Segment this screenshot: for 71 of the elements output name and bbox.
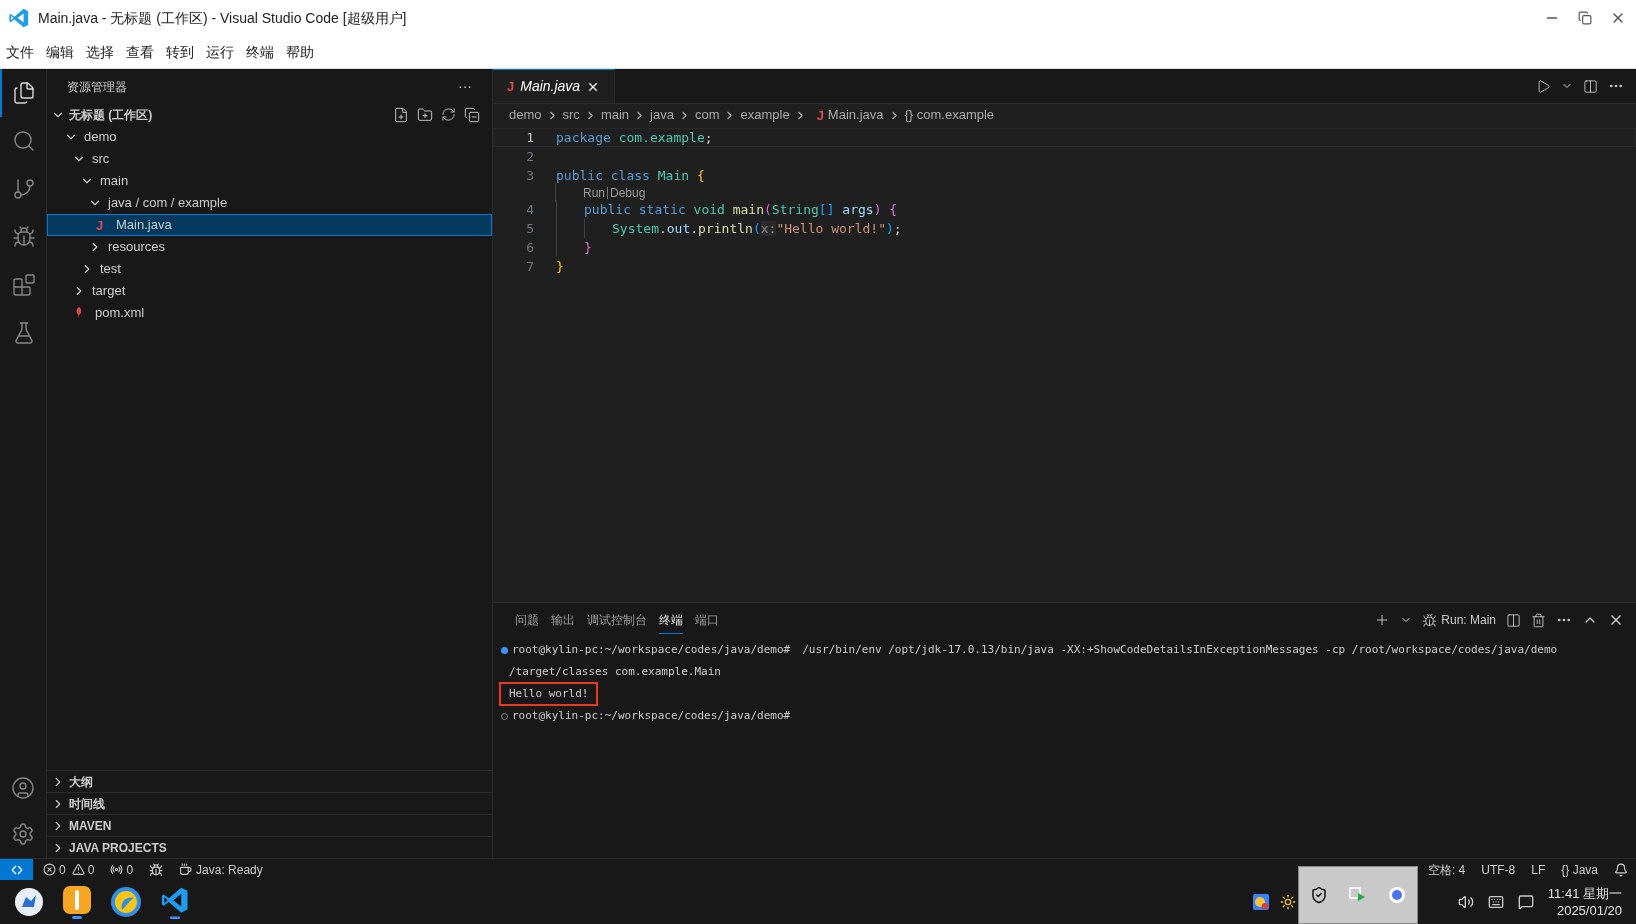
line-number: 3 [525,166,535,185]
codelens-link[interactable]: Run [583,183,605,202]
terminal-prompt: root@kylin-pc:~/workspace/codes/java/demo# [512,641,791,658]
code-line: public static void main(String[] args) { [584,200,898,219]
line-number: 6 [525,238,535,257]
menu-item[interactable]: 选择 [82,41,118,63]
breadcrumb-item[interactable]: Main.java [827,105,884,125]
menu-item[interactable]: 运行 [202,41,238,63]
tree-item[interactable]: java / com / example [47,192,492,214]
java-file-icon: J [816,108,824,122]
breadcrumb-item[interactable]: main [600,105,630,125]
breadcrumb-item[interactable]: example [740,105,790,125]
terminal-command: /usr/bin/env /opt/jdk-17.0.13/bin/java -XX:+ShowCodeDetailsInExceptionMessages -cp /root/workspace/codes/java/demo [802,641,1558,658]
clock-date[interactable]: 2025/01/20 [1556,902,1622,919]
status-item[interactable]: UTF-8 [1481,860,1516,879]
editor-tab[interactable]: J Main.java [493,69,616,103]
menu-item[interactable]: 帮助 [282,41,318,63]
menu-item[interactable]: 终端 [242,41,278,63]
tree-item[interactable]: test [47,258,492,280]
menu-item[interactable]: 查看 [122,41,158,63]
terminal-output: /target/classes com.example.Main [509,663,721,680]
ports-button[interactable]: 0 [110,860,134,879]
line-number: 7 [525,257,535,276]
code-line: package com.example; [556,128,713,147]
line-number: 2 [525,147,535,166]
breadcrumb-item[interactable]: demo [509,105,542,125]
clock-time[interactable]: 11:41 星期一 [1547,885,1622,902]
tree-item[interactable]: main [47,170,492,192]
workspace-header[interactable]: 无标题 (工作区) [51,106,153,124]
breadcrumb-item[interactable]: com [694,105,720,125]
section-header[interactable]: 时间线 [47,792,492,814]
java-status[interactable]: Java: Ready [179,860,263,879]
java-file-icon: J [96,218,110,232]
problems-button[interactable]: 0 0 [43,860,95,879]
panel-tab[interactable]: 问题 [515,606,539,634]
status-item[interactable]: LF [1531,860,1546,879]
terminal-output: Hello world! [499,681,599,707]
panel-tab[interactable]: 终端 [659,606,683,634]
codelens-link[interactable]: Debug [610,183,646,202]
terminal-selector[interactable]: Run: Main [1422,611,1496,629]
code-line: System.out.println(x:"Hello world!"); [612,219,902,238]
tree-item[interactable]: J Main.java [47,214,492,236]
tree-item[interactable]: pom.xml [47,302,492,324]
terminal-prompt: root@kylin-pc:~/workspace/codes/java/demo# [512,707,791,724]
breadcrumb-item[interactable]: src [562,105,580,125]
menu-item[interactable]: 文件 [2,41,38,63]
line-number: 4 [525,200,535,219]
sidebar-title: 资源管理器 [67,78,127,96]
line-number: 5 [525,219,535,238]
breadcrumb-item[interactable]: java [650,105,674,125]
status-item[interactable]: 空格: 4 [1427,860,1466,879]
more-button[interactable]: ··· [458,76,472,97]
tree-item[interactable]: resources [47,236,492,258]
panel-tab[interactable]: 调试控制台 [587,606,647,634]
menu-item[interactable]: 编辑 [42,41,78,63]
code-line: public class Main { [556,166,705,185]
section-header[interactable]: 大纲 [47,770,492,792]
tree-item[interactable]: target [47,280,492,302]
panel-tab[interactable]: 端口 [695,606,719,634]
panel-tab[interactable]: 输出 [551,606,575,634]
breadcrumb-item[interactable]: {} com.example [904,105,995,125]
status-item[interactable]: {} Java [1561,860,1598,879]
window-title: Main.java - 无标题 (工作区) - Visual Studio Code [超级用户] [38,8,407,28]
tree-item[interactable]: src [47,148,492,170]
tree-item[interactable]: demo [47,126,492,148]
code-line: } [556,257,564,276]
section-header[interactable]: MAVEN [47,814,492,836]
code-line: } [584,238,592,257]
java-file-icon: J [507,80,515,93]
menu-item[interactable]: 转到 [162,41,198,63]
line-number: 1 [525,128,535,147]
